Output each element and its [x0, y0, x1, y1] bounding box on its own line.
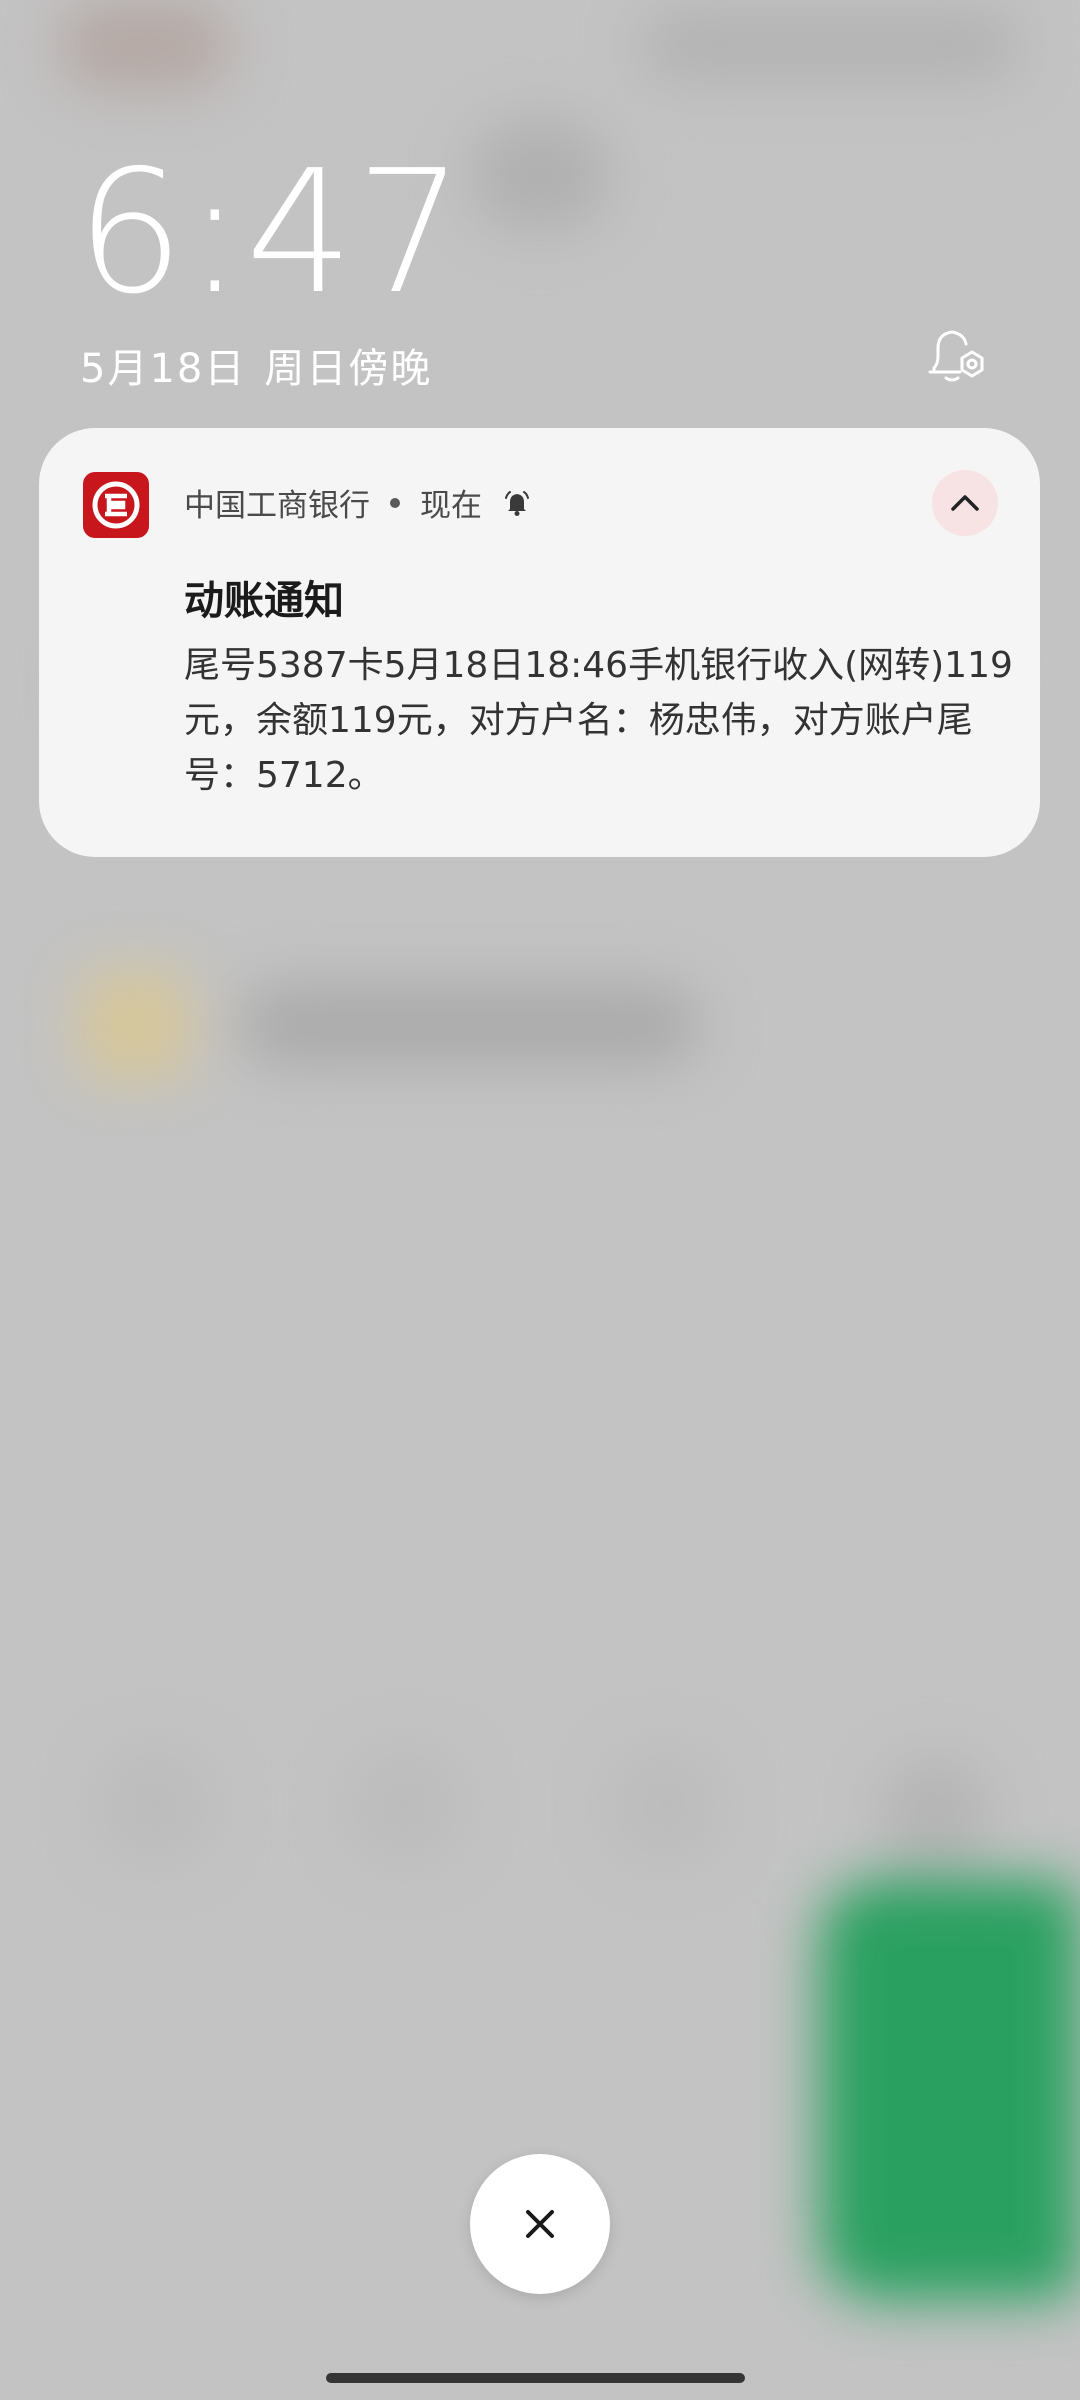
notification-time: 现在 [420, 488, 482, 524]
lockscreen-clock: 6:47 [76, 134, 466, 332]
date-label: 5月18日 [80, 346, 247, 392]
clear-notifications-button[interactable] [470, 2154, 610, 2294]
notification-settings-icon[interactable] [924, 322, 994, 392]
alerting-bell-icon [505, 490, 529, 516]
close-icon [526, 2210, 554, 2238]
chevron-up-icon [951, 495, 979, 511]
notification-body: 尾号5387卡5月18日18:46手机银行收入(网转)119元，余额119元，对… [184, 645, 1013, 796]
weekday-period-label: 周日傍晚 [264, 346, 433, 392]
notification-header: 中国工商银行 现在 [184, 480, 532, 525]
notification-title: 动账通知 [184, 578, 344, 624]
app-name: 中国工商银行 [184, 488, 370, 524]
separator-dot [390, 497, 400, 508]
collapse-button[interactable] [932, 470, 998, 536]
lockscreen-date: 5月18日 周日傍晚 [80, 336, 450, 394]
gesture-nav-handle[interactable] [326, 2373, 745, 2383]
icbc-logo-icon [83, 472, 149, 538]
notification-card[interactable]: 中国工商银行 现在 动账通知 尾号5387卡5月18日18:46手机银行收入(网… [39, 428, 1040, 857]
